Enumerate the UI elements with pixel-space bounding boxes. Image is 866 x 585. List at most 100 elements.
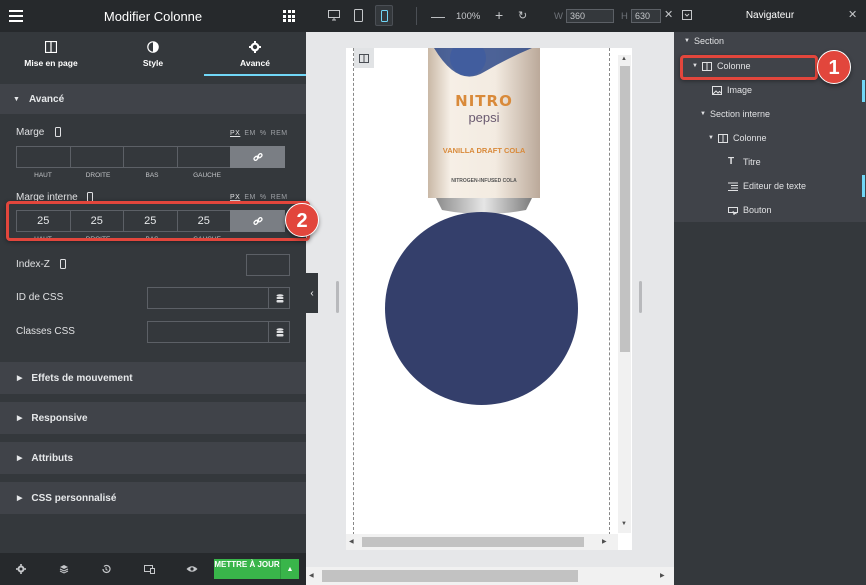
nav-item-text-editor[interactable]: Editeur de texte [674,174,866,198]
nav-item-label: Editeur de texte [743,181,807,191]
tablet-icon[interactable] [354,9,363,22]
caret-down-icon: ▼ [708,135,714,141]
nav-item-button[interactable]: Bouton [674,198,866,222]
width-label: W [554,11,563,22]
panel-title: Modifier Colonne [103,9,203,24]
tab-layout[interactable]: Mise en page [0,32,102,76]
close-icon[interactable]: ✕ [664,8,673,21]
history-icon[interactable] [99,562,113,576]
gear-icon [249,41,261,53]
section-label: CSS personnalisé [31,492,117,504]
section-title: Avancé [28,93,65,105]
padding-units[interactable]: PX EM% REM [230,194,292,201]
unit-px[interactable]: PX [230,130,240,137]
zoom-level: 100% [456,11,481,22]
desktop-icon[interactable] [328,10,340,21]
button-icon [728,206,738,215]
unit-rem[interactable]: REM [271,194,288,201]
tab-label: Avancé [240,58,270,68]
can-flavor-text: VANILLA DRAFT COLA [442,146,526,155]
nav-item-inner-section[interactable]: ▼ Section interne [674,102,866,126]
zindex-label: Index-Z [16,259,50,270]
scroll-down-icon[interactable]: ▼ [621,521,627,527]
zoom-in-icon[interactable]: + [495,7,503,23]
margin-link-button[interactable] [230,146,285,168]
preview-toolbar: — 100% + ↻ W 360 H 630 ✕ [306,0,674,32]
unit-percent[interactable]: % [260,194,267,201]
unit-percent[interactable]: % [260,130,267,137]
section-advanced-header[interactable]: ▼ Avancé [0,84,306,114]
margin-units[interactable]: PX EM% REM [230,130,292,137]
image-icon [712,85,722,95]
responsive-icon[interactable] [142,562,156,576]
section-custom-css[interactable]: ▶ CSS personnalisé [0,482,306,514]
navigator-title: Navigateur [745,10,795,21]
tab-advanced[interactable]: Avancé [204,32,306,76]
panel-tabs: Mise en page Style Avancé [0,32,306,76]
eye-icon[interactable] [185,562,199,576]
zoom-out-icon[interactable]: — [431,8,445,24]
height-label: H [621,11,628,22]
vertical-scroll-thumb[interactable] [620,66,630,352]
margin-side-label: BAS [145,172,159,179]
height-input[interactable]: 630 [631,9,661,23]
margin-side-label: HAUT [34,172,52,179]
section-label: Effets de mouvement [31,372,133,384]
section-attributes[interactable]: ▶ Attributs [0,442,306,474]
caret-down-icon: ▼ [700,111,706,117]
caret-up-icon[interactable]: ▲ [280,559,299,579]
panel-header: Modifier Colonne [0,0,306,32]
dynamic-tags-button[interactable] [268,287,290,309]
zindex-input[interactable] [246,254,290,276]
update-button[interactable]: METTRE À JOUR [214,559,280,579]
circle-shape [385,212,578,405]
tab-label: Mise en page [24,58,78,68]
scroll-right-icon[interactable]: ▶ [660,572,665,579]
scroll-up-icon[interactable]: ▲ [621,56,627,62]
section-responsive[interactable]: ▶ Responsive [0,402,306,434]
device-mobile-icon[interactable] [60,259,66,269]
caret-down-icon: ▼ [684,38,690,44]
margin-inputs [16,146,290,168]
tab-style[interactable]: Style [102,32,204,76]
caret-right-icon: ▶ [17,455,23,462]
mobile-device-button[interactable] [375,5,393,26]
nav-item-inner-column[interactable]: ▼ Colonne [674,126,866,150]
column-handle[interactable] [354,48,374,68]
unit-em[interactable]: EM [244,130,256,137]
horizontal-scroll-thumb[interactable] [362,537,584,547]
settings-icon[interactable] [14,562,28,576]
reset-zoom-icon[interactable]: ↻ [518,9,527,22]
unit-em[interactable]: EM [244,194,256,201]
pepsi-nitro-can-image[interactable] [428,48,540,216]
margin-side-label: GAUCHE [193,172,221,179]
can-brand-text: NITRO [455,92,513,110]
resize-handle-right[interactable] [639,281,642,313]
margin-top-input[interactable] [16,146,71,168]
resize-handle-left[interactable] [336,281,339,313]
device-mobile-icon[interactable] [55,127,61,137]
dynamic-tags-button[interactable] [268,321,290,343]
caret-down-icon: ▼ [13,95,20,103]
widgets-grid-icon[interactable] [283,10,295,22]
margin-right-input[interactable] [69,146,124,168]
scroll-left-icon[interactable]: ◀ [349,538,354,545]
scroll-left-icon[interactable]: ◀ [309,572,314,579]
nav-item-label: Bouton [743,205,772,215]
section-label: Responsive [31,412,88,424]
layers-icon[interactable] [57,562,71,576]
nav-item-heading[interactable]: T Titre [674,150,866,174]
scroll-right-icon[interactable]: ▶ [602,538,607,545]
width-input[interactable]: 360 [566,9,614,23]
close-icon[interactable]: ✕ [848,8,857,21]
highlight-box-padding [6,201,310,241]
canvas-scroll-thumb[interactable] [322,570,578,582]
collapse-panel-button[interactable]: ‹ [306,273,318,313]
database-icon [276,293,283,302]
css-id-label: ID de CSS [16,292,64,303]
margin-left-input[interactable] [176,146,231,168]
margin-bottom-input[interactable] [123,146,178,168]
unit-px[interactable]: PX [230,194,240,201]
section-motion-effects[interactable]: ▶ Effets de mouvement [0,362,306,394]
unit-rem[interactable]: REM [271,130,288,137]
